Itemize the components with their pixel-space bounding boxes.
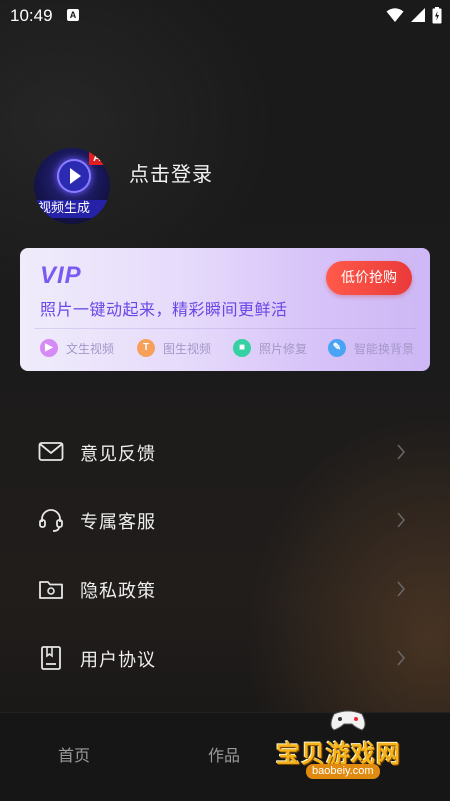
play-logo-icon (57, 159, 91, 193)
headset-icon (39, 509, 63, 532)
avatar-ai-badge: AI (89, 151, 108, 165)
play-icon: ▶ (40, 339, 58, 357)
folder-gear-icon (39, 581, 63, 599)
notification-a-icon: A (67, 9, 79, 21)
menu-label: 意见反馈 (80, 444, 156, 465)
vip-card[interactable]: VIP 照片一键动起来，精彩瞬间更鲜活 低价抢购 ▶ 文生视频 T 图生视频 ■… (20, 248, 430, 371)
avatar[interactable]: AI 视频生成 (34, 148, 110, 224)
vip-feature-label: 文生视频 (66, 342, 115, 356)
document-icon (41, 646, 61, 670)
status-icons (380, 7, 442, 25)
mail-icon (38, 442, 64, 461)
chevron-right-icon (397, 581, 406, 597)
tab-works[interactable]: 作品 (208, 742, 240, 766)
vip-feature-label: 图生视频 (163, 342, 212, 356)
avatar-banner-text: 视频生成 (34, 200, 110, 218)
signal-icon (411, 8, 425, 22)
wrench-icon: ✎ (328, 339, 346, 357)
vip-divider (34, 328, 416, 329)
vip-logo: VIP (40, 262, 82, 289)
chevron-right-icon (397, 444, 406, 460)
menu-item-feedback[interactable]: 意见反馈 (0, 427, 450, 477)
menu-item-user-agreement[interactable]: 用户协议 (0, 633, 450, 683)
status-bar: 10:49 A (0, 0, 450, 32)
battery-icon (432, 7, 442, 24)
vip-feature-label: 智能换背景 (354, 342, 415, 356)
tab-home[interactable]: 首页 (58, 742, 90, 766)
vip-purchase-button[interactable]: 低价抢购 (326, 261, 412, 295)
login-link[interactable]: 点击登录 (129, 158, 213, 187)
vip-slogan: 照片一键动起来，精彩瞬间更鲜活 (40, 300, 288, 319)
menu-item-privacy-policy[interactable]: 隐私政策 (0, 564, 450, 614)
status-time: 10:49 (10, 6, 53, 25)
video-camera-icon: ■ (233, 339, 251, 357)
menu-label: 用户协议 (80, 650, 156, 671)
gamepad-logo-icon (330, 710, 366, 731)
watermark-url: baobeiy.com (306, 764, 380, 779)
chevron-right-icon (397, 512, 406, 528)
menu-label: 专属客服 (80, 512, 156, 533)
watermark: 宝贝游戏网 baobeiy.com (276, 706, 416, 780)
vip-feature-label: 照片修复 (259, 342, 308, 356)
text-icon: T (137, 339, 155, 357)
menu-label: 隐私政策 (80, 581, 156, 602)
wifi-icon (386, 8, 404, 22)
menu-item-customer-service[interactable]: 专属客服 (0, 495, 450, 545)
chevron-right-icon (397, 650, 406, 666)
